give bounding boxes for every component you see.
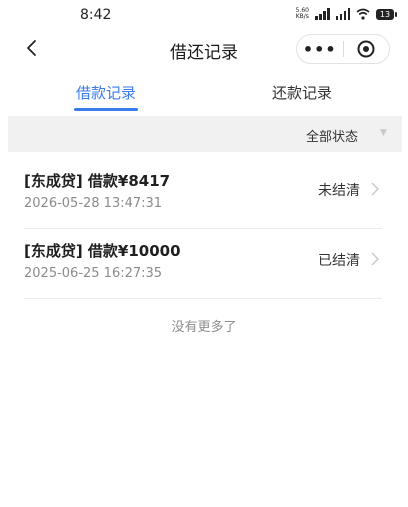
- loan-record-title: [东成贷] 借款¥10000: [24, 242, 181, 260]
- tab-borrow-records[interactable]: 借款记录: [76, 82, 136, 103]
- close-miniprogram-button[interactable]: [343, 39, 389, 59]
- status-bar: 8:42 5.60 KB/s 13: [0, 0, 408, 30]
- loan-record-time: 2025-06-25 16:27:35: [24, 266, 163, 281]
- wifi-icon: [356, 8, 370, 20]
- loan-record-item[interactable]: [东成贷] 借款¥8417 2026-05-28 13:47:31 未结清: [24, 158, 382, 229]
- more-icon[interactable]: •••: [297, 40, 343, 59]
- signal-icon-1: [315, 8, 330, 20]
- tab-repay-records[interactable]: 还款记录: [272, 82, 332, 103]
- chevron-right-icon: [371, 182, 379, 196]
- network-speed: 5.60 KB/s: [296, 8, 309, 20]
- chevron-right-icon: [371, 252, 379, 266]
- loan-record-item[interactable]: [东成贷] 借款¥10000 2025-06-25 16:27:35 已结清: [24, 228, 382, 299]
- system-indicators: 5.60 KB/s 13: [296, 8, 397, 20]
- status-filter-bar: 全部状态 ▼: [8, 116, 402, 152]
- close-circle-icon: [357, 40, 375, 58]
- dropdown-caret-icon: ▼: [380, 128, 387, 138]
- loan-record-time: 2026-05-28 13:47:31: [24, 196, 163, 211]
- status-filter-dropdown[interactable]: 全部状态: [306, 126, 358, 145]
- active-tab-indicator: [74, 108, 138, 111]
- signal-icon-2: [335, 8, 350, 20]
- no-more-text: 没有更多了: [171, 320, 237, 335]
- loan-record-status: 未结清: [318, 183, 360, 199]
- loan-record-title: [东成贷] 借款¥8417: [24, 172, 171, 190]
- loan-record-status: 已结清: [318, 253, 360, 269]
- status-time: 8:42: [80, 7, 112, 23]
- mini-program-capsule: •••: [296, 34, 390, 64]
- battery-icon: 13: [376, 8, 397, 20]
- record-tabs: 借款记录 还款记录: [0, 80, 408, 116]
- nav-bar: 借还记录 •••: [0, 32, 408, 66]
- network-speed-unit: KB/s: [295, 13, 309, 20]
